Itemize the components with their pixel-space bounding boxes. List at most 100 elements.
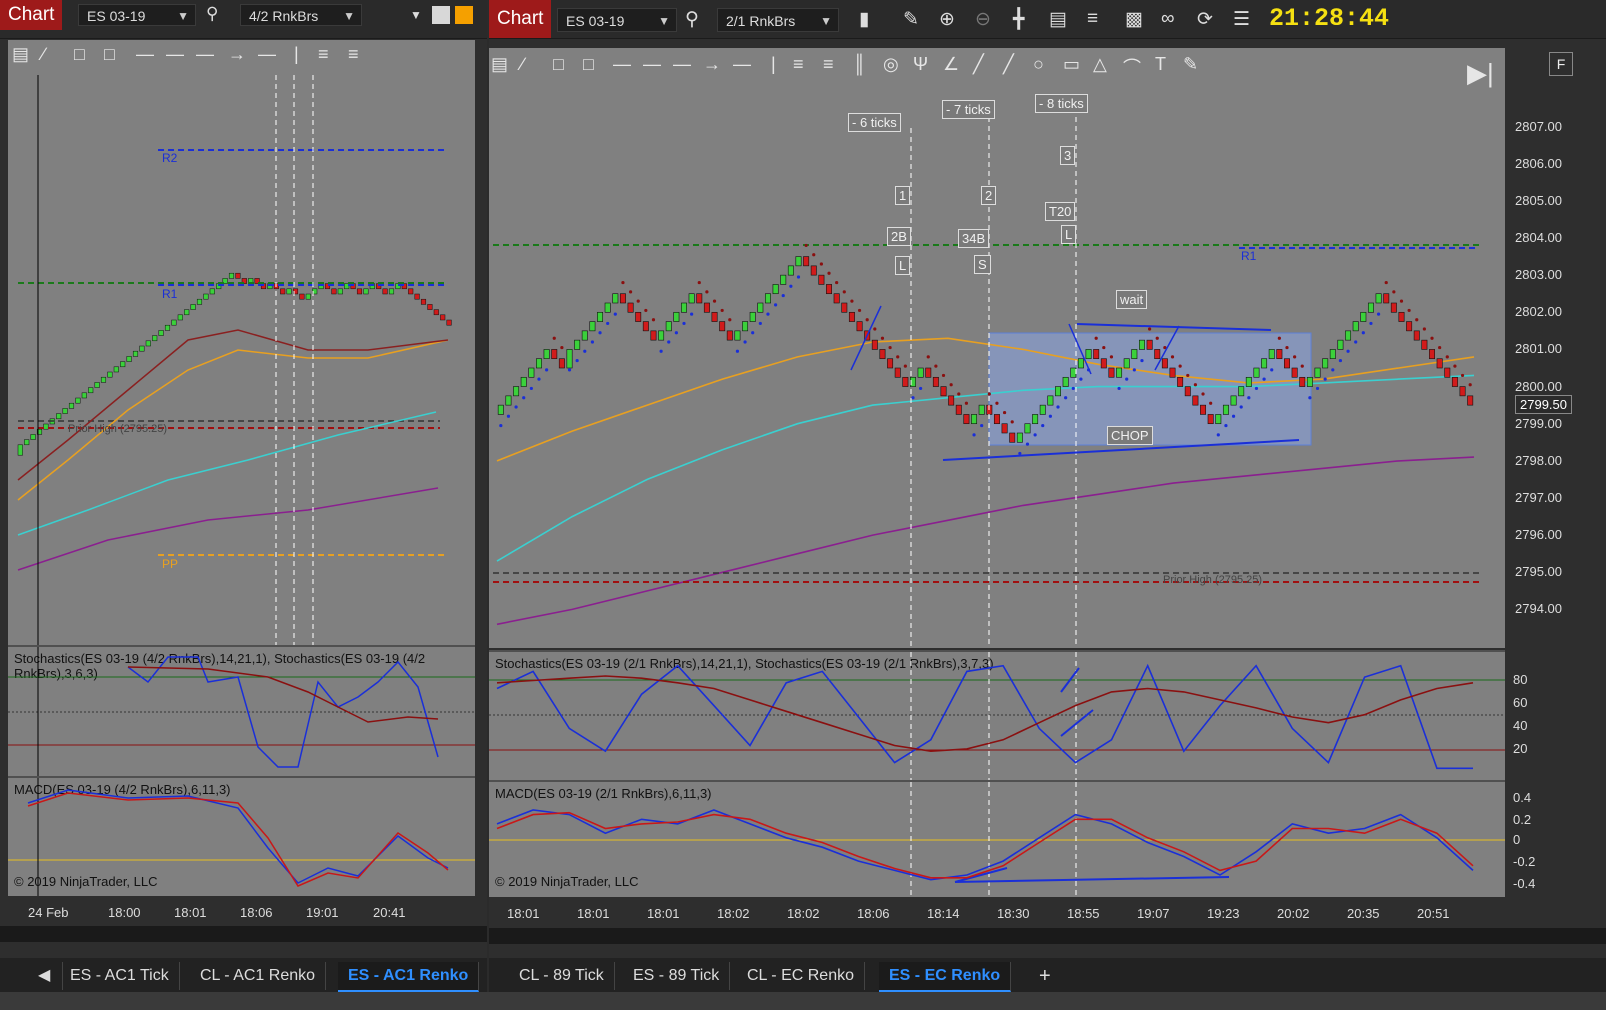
zoom-in-icon[interactable]: ⊕ — [939, 8, 955, 31]
candle — [1116, 367, 1123, 378]
long-2-label[interactable]: L — [1061, 225, 1077, 244]
price-tick: 2806.00 — [1515, 155, 1562, 171]
f-button[interactable]: F — [1549, 52, 1573, 76]
ticks8-label[interactable]: - 8 ticks — [1035, 94, 1088, 113]
candle — [280, 288, 286, 295]
long-1-label[interactable]: L — [895, 256, 911, 275]
candle — [203, 293, 209, 300]
stop-dot — [789, 284, 793, 288]
candle — [932, 376, 939, 387]
stop-dot — [567, 368, 572, 372]
left-bartype-selector[interactable]: 4/2 RnkBrs ▼ — [240, 4, 362, 26]
left-stochastics-panel[interactable]: Stochastics(ES 03-19 (4/2 RnkBrs),14,21,… — [8, 645, 475, 777]
tab-cl-ac1-renko[interactable]: CL - AC1 Renko — [190, 962, 327, 990]
entry-2-label[interactable]: 2 — [981, 186, 997, 205]
left-horizontal-scrollbar[interactable] — [0, 926, 487, 942]
stop-dot — [850, 299, 854, 303]
reload-icon[interactable]: ⟳ — [1197, 8, 1213, 31]
left-price-panel[interactable]: ▤ ∕ □ □ ― ― ― → — | ≡ ≡ R2 R1 PP Prior H… — [8, 40, 475, 645]
color-swatch-orange[interactable] — [455, 6, 473, 24]
right-macd-panel[interactable]: MACD(ES 03-19 (2/1 RnkBrs),6,11,3) © 201… — [489, 780, 1505, 897]
stop-dot — [1002, 410, 1007, 415]
chop-label[interactable]: CHOP — [1107, 426, 1153, 445]
strategies-icon[interactable]: ∞ — [1161, 8, 1175, 30]
stop-dot — [1262, 377, 1266, 381]
right-x-axis: 18:01 18:01 18:01 18:02 18:02 18:06 18:14 18:30… — [489, 897, 1505, 927]
price-tick: 2807.00 — [1515, 118, 1562, 134]
right-chart-tab[interactable]: Chart — [489, 0, 552, 38]
stop-dot — [674, 331, 678, 335]
left-macd-panel[interactable]: MACD(ES 03-19 (4/2 RnkBrs),6,11,3) © 201… — [8, 776, 475, 896]
left-instrument-selector[interactable]: ES 03-19 ▼ — [78, 4, 196, 26]
search-icon[interactable]: ⚲ — [206, 4, 218, 24]
right-price-chart-svg: R1 Prior High (2795.25) — [493, 108, 1479, 648]
tab-cl-89-tick[interactable]: CL - 89 Tick — [509, 962, 615, 990]
short-1-label[interactable]: S — [974, 255, 991, 274]
clock: 21:28:44 — [1269, 4, 1390, 33]
right-stochastics-panel[interactable]: Stochastics(ES 03-19 (2/1 RnkBrs),14,21,… — [489, 650, 1505, 780]
candle — [337, 288, 343, 295]
tab-es-89-tick[interactable]: ES - 89 Tick — [623, 962, 731, 990]
entry-1-label[interactable]: 1 — [895, 186, 911, 205]
right-bartype-selector[interactable]: 2/1 RnkBrs ▼ — [717, 8, 839, 32]
x-tick: 18:01 — [577, 906, 610, 921]
candle — [17, 444, 23, 456]
dropdown-arrow-icon[interactable]: ▼ — [410, 8, 422, 22]
tab-es-ec-renko[interactable]: ES - EC Renko — [879, 962, 1012, 992]
zoom-out-icon[interactable]: ⊖ — [975, 8, 991, 31]
indicators-list-icon[interactable]: ☰ — [1233, 8, 1250, 31]
color-swatch-light[interactable] — [432, 6, 450, 24]
tab-scroll-left-icon[interactable]: ◀ — [28, 962, 63, 990]
properties-icon[interactable]: ≡ — [1087, 8, 1098, 30]
stop-dot — [1361, 331, 1365, 335]
candle — [826, 284, 832, 295]
candle — [126, 356, 132, 362]
tab-es-ac1-renko[interactable]: ES - AC1 Renko — [338, 962, 480, 992]
ticks6-label[interactable]: - 6 ticks — [848, 113, 901, 132]
stop-dot — [636, 299, 640, 303]
tab-cl-ec-renko[interactable]: CL - EC Renko — [737, 962, 865, 990]
templates-icon[interactable]: ▩ — [1125, 8, 1143, 31]
ticks7-label[interactable]: - 7 ticks — [942, 100, 995, 119]
right-price-axis[interactable]: F 2807.00 2806.00 2805.00 2804.00 2803.00 280… — [1505, 48, 1606, 648]
candle — [100, 376, 107, 383]
stop-dot — [934, 364, 938, 368]
stop-dot — [552, 336, 556, 340]
x-tick: 18:02 — [717, 906, 750, 921]
stop-dot — [514, 405, 518, 409]
candle — [719, 321, 726, 332]
x-tick: 19:01 — [306, 905, 339, 920]
data-box-icon[interactable]: ▤ — [1049, 8, 1067, 31]
crosshair-icon[interactable]: ╋ — [1013, 8, 1024, 31]
wait-label[interactable]: wait — [1116, 290, 1148, 309]
right-horizontal-scrollbar[interactable] — [489, 928, 1606, 944]
stop-dot — [1338, 358, 1343, 363]
b34b-label[interactable]: 34B — [958, 229, 990, 248]
candle — [1467, 395, 1474, 406]
t20-label[interactable]: T20 — [1045, 202, 1076, 221]
bar-style-icon[interactable]: ▮ — [859, 8, 869, 31]
stop-dot — [720, 308, 724, 313]
candle — [1413, 330, 1420, 341]
search-icon[interactable]: ⚲ — [685, 8, 699, 31]
stop-dot — [1354, 340, 1358, 344]
right-price-panel[interactable]: ▤ ∕ □ □ ― ― ― → — | ≡ ≡ ║ ◎ Ψ ∠ ╱ ╱ ○ ▭ … — [489, 48, 1505, 648]
candle — [1200, 404, 1207, 415]
candle — [228, 272, 235, 279]
left-chart-tab[interactable]: Chart — [0, 0, 63, 30]
stop-dot — [1132, 368, 1136, 372]
candle — [1047, 395, 1054, 406]
right-instrument-selector[interactable]: ES 03-19 ▼ — [557, 8, 677, 32]
candle — [1016, 432, 1023, 443]
candle — [1093, 349, 1100, 360]
right-chart-window: Chart ES 03-19 ▼ ⚲ 2/1 RnkBrs ▼ ▮ ✎ ⊕ ⊖ … — [489, 0, 1606, 1010]
tab-es-ac1-tick[interactable]: ES - AC1 Tick — [60, 962, 180, 990]
pencil-icon[interactable]: ✎ — [903, 8, 919, 31]
candle — [848, 311, 855, 322]
arrow-annotation — [1060, 709, 1094, 737]
b2b-label[interactable]: 2B — [887, 227, 911, 246]
entry-3-label[interactable]: 3 — [1060, 146, 1076, 165]
add-tab-button[interactable]: + — [1029, 962, 1061, 990]
candle — [688, 293, 695, 304]
candle — [1192, 395, 1199, 406]
